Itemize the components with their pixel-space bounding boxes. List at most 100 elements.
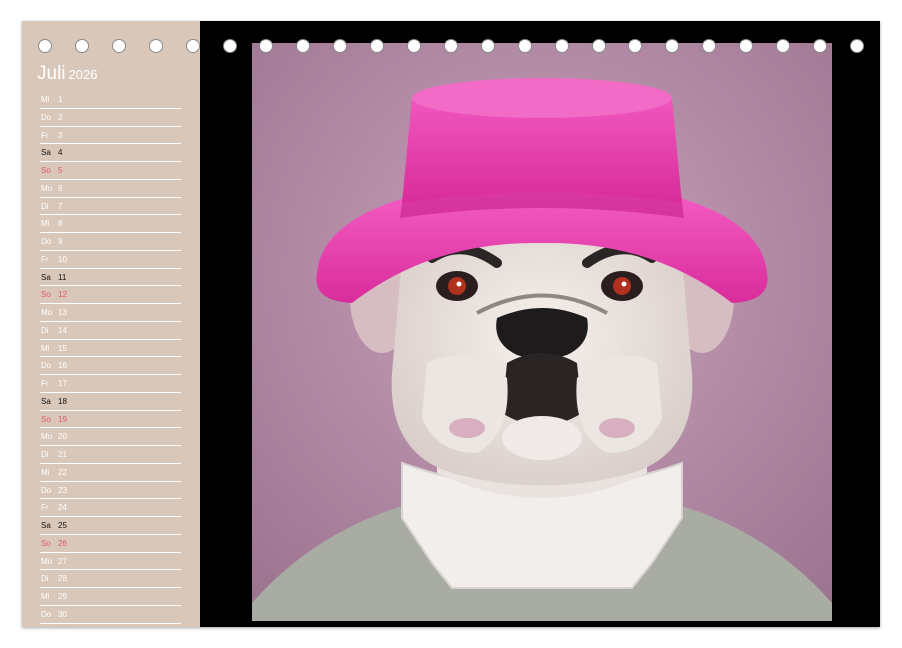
day-number: 20: [58, 432, 67, 442]
weekday-label: Mo: [41, 556, 53, 566]
weekday-label: Mi: [41, 592, 50, 601]
day-row: So 26: [40, 535, 181, 553]
day-row: Sa 25: [40, 517, 181, 535]
binding-hole: [111, 39, 126, 53]
binding-hole: [38, 39, 52, 53]
binding-hole: [591, 39, 606, 53]
weekday-label: Di: [41, 201, 49, 211]
day-row: Mo 20: [40, 428, 181, 446]
binding-hole: [554, 39, 569, 53]
day-number: 28: [58, 574, 67, 584]
day-row: Mi 15: [40, 340, 181, 358]
binding-hole: [628, 39, 643, 53]
weekday-label: Do: [41, 361, 52, 371]
photo-frame: [200, 21, 880, 627]
weekday-label: Do: [41, 237, 52, 246]
day-number: 9: [58, 237, 63, 246]
weekday-label: Do: [41, 485, 52, 495]
binding-hole: [443, 39, 458, 53]
weekday-label: Di: [41, 325, 49, 335]
day-number: 24: [58, 503, 67, 513]
weekday-label: Fr: [41, 627, 49, 637]
weekday-label: Do: [41, 112, 52, 122]
day-number: 2: [58, 112, 63, 122]
binding-hole: [407, 39, 421, 53]
bulldog-illustration: [252, 43, 832, 621]
day-row: Di 7: [40, 198, 181, 216]
binding-hole: [333, 39, 348, 53]
day-number: 12: [58, 290, 67, 300]
day-number: 22: [58, 467, 67, 477]
binding-hole: [148, 39, 163, 53]
day-row: Di 14: [40, 322, 181, 340]
day-number: 14: [58, 325, 67, 335]
day-row: So 5: [40, 162, 181, 180]
binding-hole: [665, 39, 680, 53]
month-title: Juli 2026: [37, 63, 97, 85]
weekday-label: Sa: [41, 272, 51, 282]
day-row: Do 2: [40, 109, 181, 127]
weekday-label: Di: [41, 574, 49, 584]
date-sidebar: Juli 2026 Mi 1 Do 2 Fr 3 Sa 4 So 5 Mo 6 Di 7 Mi 8 Do 9 Fr 10…: [22, 21, 200, 642]
day-row: Sa 11: [40, 269, 181, 287]
month-name: Juli: [37, 63, 66, 84]
day-number: 29: [58, 592, 67, 601]
day-row: Fr 31: [40, 624, 181, 642]
weekday-label: Mi: [41, 467, 50, 477]
day-row: Fr 24: [40, 499, 181, 517]
day-number: 10: [58, 254, 67, 264]
bulldog-photo: [252, 43, 832, 621]
binding-hole: [849, 39, 864, 53]
weekday-label: Sa: [41, 521, 51, 530]
day-number: 11: [58, 272, 67, 282]
weekday-label: Mi: [41, 219, 50, 229]
day-number: 1: [58, 95, 63, 104]
weekday-label: Mo: [41, 432, 53, 442]
day-number: 17: [58, 379, 67, 388]
weekday-label: Fr: [41, 254, 49, 264]
weekday-label: So: [41, 166, 51, 175]
day-number: 25: [58, 521, 67, 530]
day-row: Fr 17: [40, 375, 181, 393]
weekday-label: Di: [41, 450, 49, 459]
weekday-label: Fr: [41, 130, 49, 140]
binding-hole: [296, 39, 311, 53]
day-row: Mo 6: [40, 180, 181, 198]
day-row: So 19: [40, 411, 181, 429]
day-number: 4: [58, 148, 63, 158]
weekday-label: Mi: [41, 343, 50, 353]
day-row: Do 9: [40, 233, 181, 251]
day-number: 8: [58, 219, 63, 229]
binding-hole: [74, 39, 89, 53]
binding-hole: [517, 39, 532, 53]
binding-holes: [22, 39, 880, 55]
day-number: 27: [58, 556, 67, 566]
day-row: Mo 27: [40, 553, 181, 571]
weekday-label: Mo: [41, 308, 53, 317]
day-row: Di 21: [40, 446, 181, 464]
day-row: Do 16: [40, 357, 181, 375]
binding-hole: [776, 39, 790, 53]
day-row: Do 23: [40, 482, 181, 500]
day-row: Mi 1: [40, 91, 181, 109]
weekday-label: Fr: [41, 379, 49, 388]
day-number: 16: [58, 361, 67, 371]
day-row: Mi 8: [40, 215, 181, 233]
day-number: 6: [58, 183, 63, 193]
day-number: 19: [58, 414, 67, 424]
binding-hole: [702, 39, 717, 53]
year-label: 2026: [68, 67, 98, 82]
day-number: 30: [58, 609, 67, 619]
weekday-label: Mo: [41, 183, 53, 193]
day-number: 3: [58, 130, 63, 140]
day-number: 31: [58, 627, 67, 637]
binding-hole: [480, 39, 495, 53]
day-number: 26: [58, 538, 67, 548]
day-list: Mi 1 Do 2 Fr 3 Sa 4 So 5 Mo 6 Di 7 Mi 8 Do 9 Fr 10 Sa 11 So 12 M…: [40, 91, 181, 642]
day-row: Di 28: [40, 570, 181, 588]
day-number: 18: [58, 396, 67, 406]
binding-hole: [812, 39, 827, 53]
calendar-page: Juli 2026 Mi 1 Do 2 Fr 3 Sa 4 So 5 Mo 6 Di 7 Mi 8 Do 9 Fr 10…: [22, 21, 880, 642]
binding-hole: [739, 39, 754, 53]
day-number: 21: [58, 450, 67, 459]
